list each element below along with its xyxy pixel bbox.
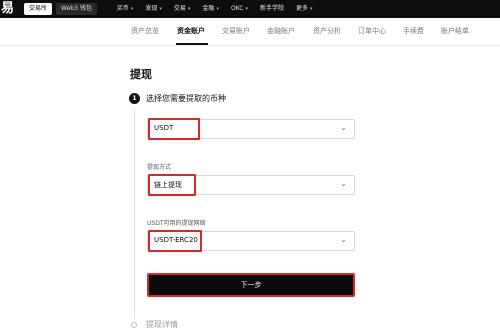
web3-wallet-tab[interactable]: Web3 钱包: [56, 3, 97, 15]
subnav-finance-account[interactable]: 金融账户: [267, 26, 295, 36]
network-value: USDT-ERC20: [154, 236, 198, 244]
network-select[interactable]: USDT-ERC20 ⌄: [147, 230, 355, 252]
chevron-down-icon: ⌄: [340, 179, 347, 188]
step2-title: 提现详情: [146, 320, 178, 329]
nav-item-buy-crypto[interactable]: 买币 ▾: [117, 0, 134, 18]
nav-item-discover[interactable]: 发现 ▾: [145, 0, 162, 18]
withdraw-method-select[interactable]: 链上提现 ⌄: [147, 174, 355, 196]
chevron-down-icon: ▾: [245, 6, 248, 12]
top-nav-menu: 买币 ▾ 发现 ▾ 交易 ▾ 金融 ▾ OKC ▾ 新手学院 更多 ▾: [117, 0, 325, 18]
nav-item-academy[interactable]: 新手学院: [260, 0, 284, 18]
subnav-asset-overview[interactable]: 资产总览: [131, 26, 159, 36]
brand-logo[interactable]: 易: [0, 0, 14, 18]
nav-label: 发现: [145, 5, 158, 12]
network-select-highlight: USDT-ERC20: [148, 230, 202, 252]
nav-label: 交易: [173, 5, 186, 12]
withdraw-method-value: 链上提现: [154, 181, 182, 189]
active-tab-indicator: [176, 43, 208, 45]
step-timeline: [134, 109, 135, 319]
nav-label: 金融: [202, 5, 215, 12]
nav-label: OKC: [230, 5, 244, 12]
network-label: USDT可用的提现网络: [147, 220, 206, 227]
subnav-statements[interactable]: 账户结单: [441, 26, 469, 36]
coin-select[interactable]: USDT ⌄: [147, 118, 355, 140]
nav-item-trade[interactable]: 交易 ▾: [174, 0, 191, 18]
subnav-fees[interactable]: 手续费: [403, 26, 424, 36]
exchange-tab[interactable]: 交易所: [24, 3, 53, 15]
withdraw-method-label: 提现方式: [147, 164, 172, 171]
chevron-down-icon: ▾: [310, 6, 313, 12]
method-select-highlight: 链上提现: [148, 174, 196, 196]
nav-label: 新手学院: [260, 5, 285, 12]
subnav-trading-account[interactable]: 交易账户: [222, 26, 250, 36]
chevron-down-icon: ▾: [159, 6, 162, 12]
chevron-down-icon: ⌄: [340, 235, 347, 244]
subnav-order-center[interactable]: 订单中心: [358, 26, 386, 36]
coin-select-value: USDT: [154, 124, 174, 132]
nav-item-okc[interactable]: OKC ▾: [231, 0, 248, 18]
page-title: 提现: [130, 68, 152, 81]
nav-label: 买币: [116, 5, 129, 12]
nav-item-more[interactable]: 更多 ▾: [296, 0, 313, 18]
next-step-button[interactable]: 下一步: [147, 273, 355, 297]
step2-marker-icon: [131, 322, 137, 328]
coin-select-highlight: USDT: [148, 118, 200, 140]
chevron-down-icon: ▾: [216, 6, 219, 12]
nav-label: 更多: [296, 5, 309, 12]
top-navbar: 易 交易所 Web3 钱包 买币 ▾ 发现 ▾ 交易 ▾ 金融 ▾ OKC ▾ 新手学院 …: [0, 0, 500, 18]
step-title: 选择您需要提取的币种: [146, 94, 226, 103]
chevron-down-icon: ▾: [130, 6, 134, 12]
step-number-badge: 1: [129, 93, 140, 104]
subnav-asset-analysis[interactable]: 资产分析: [313, 26, 341, 36]
asset-subnav: 资产总览 资金账户 交易账户 金融账户 资产分析 订单中心 手续费 账户结单: [0, 18, 500, 46]
nav-item-finance[interactable]: 金融 ▾: [202, 0, 219, 18]
chevron-down-icon: ⌄: [340, 123, 347, 132]
subnav-funding-account[interactable]: 资金账户: [177, 26, 205, 36]
withdraw-panel: 提现 1 选择您需要提取的币种 USDT ⌄ 提现方式 链上提现 ⌄ USDT可…: [0, 46, 500, 335]
chevron-down-icon: ▾: [187, 6, 191, 12]
